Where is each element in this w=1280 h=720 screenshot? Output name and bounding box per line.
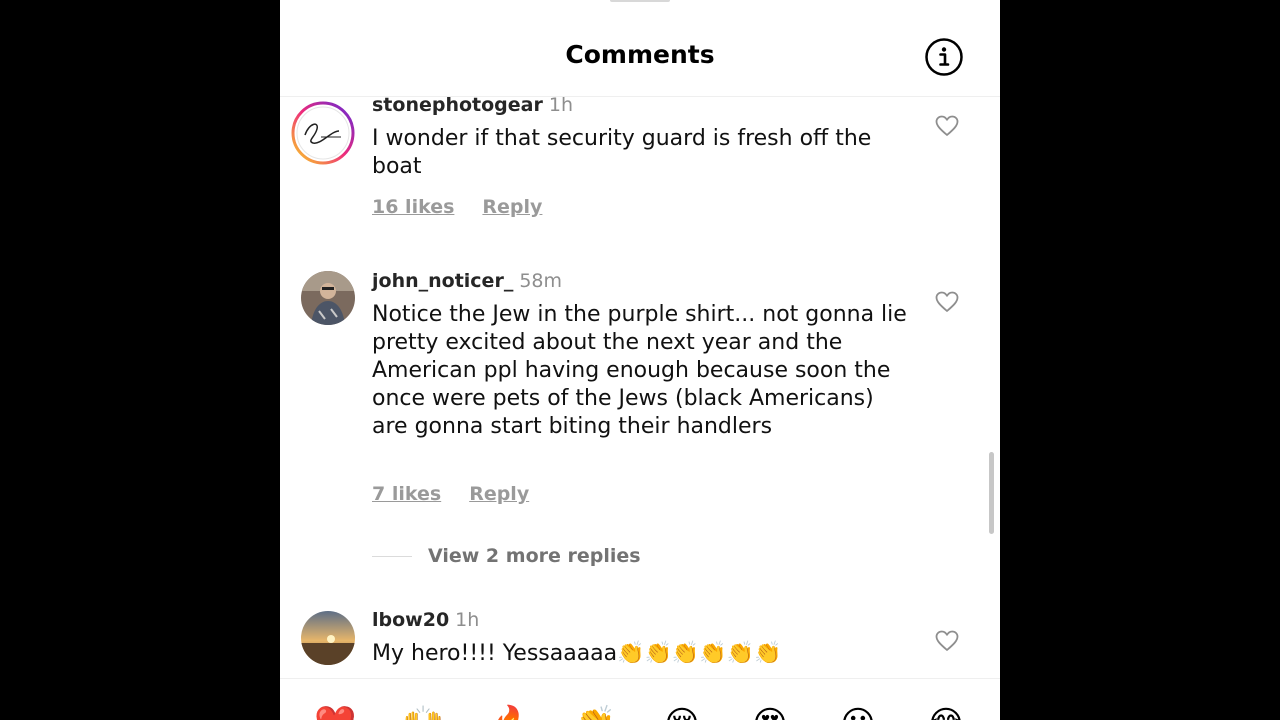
comment-username[interactable]: lbow20 (372, 609, 449, 631)
view-replies-label: View 2 more replies (428, 545, 641, 567)
avatar[interactable] (291, 101, 355, 165)
comment-username[interactable]: stonephotogear (372, 94, 543, 116)
comment-text: I wonder if that security guard is fresh… (372, 126, 872, 179)
heart-icon[interactable] (935, 114, 959, 138)
comment-time: 1h (455, 609, 480, 631)
raised-hands-emoji[interactable]: 🙌 (402, 704, 444, 720)
comment-username[interactable]: john_noticer_ (372, 270, 513, 292)
reply-button[interactable]: Reply (469, 483, 529, 505)
avatar[interactable] (301, 271, 355, 325)
comment-time: 58m (519, 270, 562, 292)
reply-button[interactable]: Reply (482, 196, 542, 218)
comment-text: My hero!!!! Yessaaaaa👏👏👏👏👏👏 (372, 641, 782, 666)
heart-icon[interactable] (935, 290, 959, 314)
replies-divider-line (372, 556, 412, 557)
surprised-face-emoji[interactable]: 😮 (838, 704, 878, 720)
comments-header: Comments (280, 0, 1000, 97)
crying-face-emoji[interactable]: 😢 (662, 704, 702, 720)
comment-actions: 16 likes Reply (372, 196, 570, 218)
laughing-face-emoji[interactable]: 😂 (926, 704, 966, 720)
clapping-emoji[interactable]: 👏 (574, 704, 616, 720)
scrollbar[interactable] (989, 452, 994, 534)
comments-sheet: Comments stonephotogear 1h I wonder if t… (280, 0, 1000, 720)
emoji-bar-divider (280, 678, 1000, 679)
comment-user-line: lbow20 1h (372, 609, 479, 631)
comment-actions: 7 likes Reply (372, 483, 557, 505)
avatar[interactable] (301, 611, 355, 665)
comment-text: Notice the Jew in the purple shirt... no… (372, 302, 907, 439)
heart-eyes-emoji[interactable]: 😍 (750, 704, 790, 720)
likes-count-link[interactable]: 7 likes (372, 483, 441, 505)
emoji-reaction-bar: ❤️ 🙌 🔥 👏 😢 😍 😮 😂 (280, 700, 1000, 720)
page-title: Comments (565, 40, 715, 69)
heart-emoji[interactable]: ❤️ (314, 704, 356, 720)
fire-emoji[interactable]: 🔥 (490, 704, 532, 720)
heart-icon[interactable] (935, 629, 959, 653)
info-icon[interactable] (924, 37, 964, 77)
view-more-replies-button[interactable]: View 2 more replies (372, 545, 641, 567)
comment-time: 1h (548, 94, 573, 116)
comment-user-line: stonephotogear 1h (372, 94, 573, 116)
comment-user-line: john_noticer_ 58m (372, 270, 562, 292)
likes-count-link[interactable]: 16 likes (372, 196, 454, 218)
